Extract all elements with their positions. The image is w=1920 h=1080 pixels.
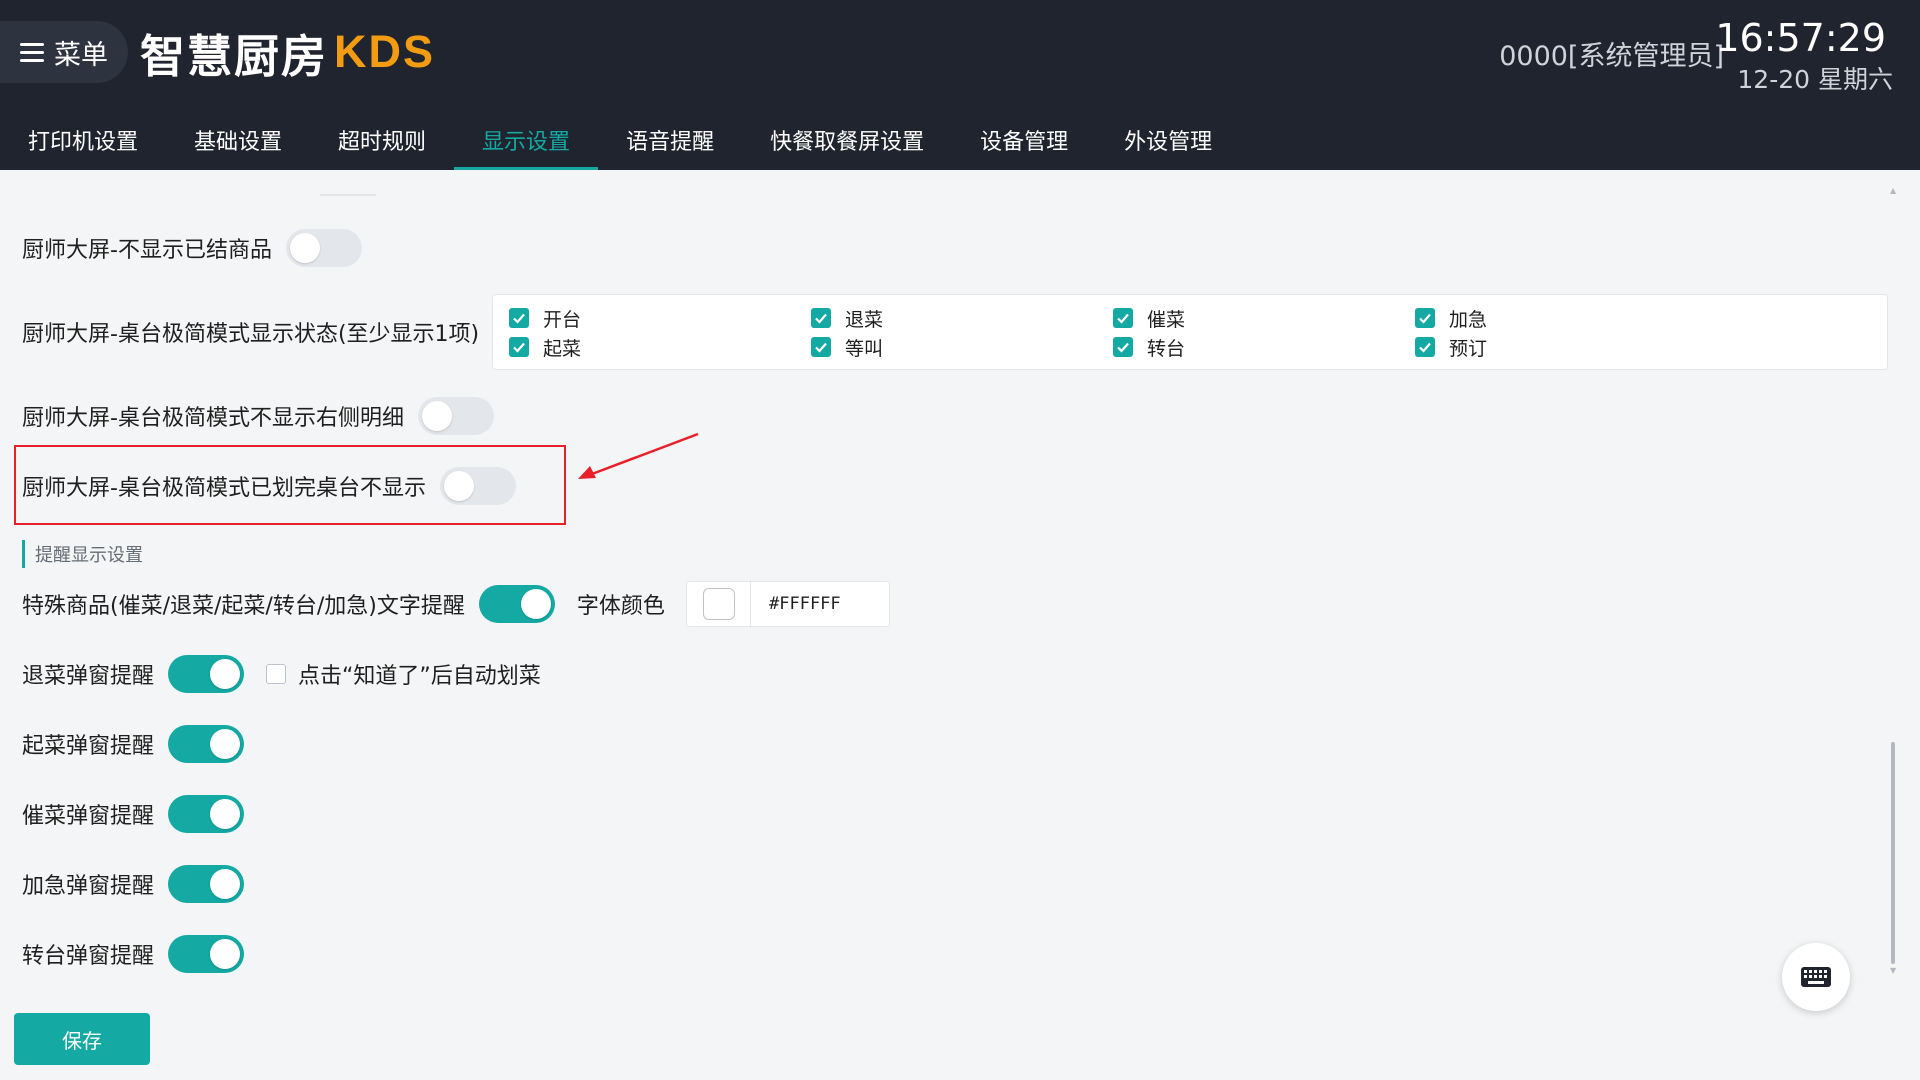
option-urgent[interactable]: 加急 xyxy=(1415,306,1488,331)
logo-text-cn: 智慧厨房 xyxy=(140,29,329,83)
scroll-up-icon[interactable]: ▲ xyxy=(1890,187,1896,195)
auto-mark-label: 点击“知道了”后自动划菜 xyxy=(298,664,541,689)
special-text-switch[interactable] xyxy=(478,585,555,623)
setting-label: 厨师大屏-不显示已结商品 xyxy=(22,238,272,263)
check-icon xyxy=(1113,308,1133,328)
settings-tabs: 打印机设置 基础设置 超时规则 显示设置 语音提醒 快餐取餐屏设置 设备管理 外… xyxy=(0,110,1240,170)
check-icon xyxy=(509,308,529,328)
tab-printer[interactable]: 打印机设置 xyxy=(0,110,166,170)
tab-basic[interactable]: 基础设置 xyxy=(166,110,310,170)
save-button[interactable]: 保存 xyxy=(14,1013,150,1065)
hide-settled-switch[interactable] xyxy=(285,229,362,267)
option-reservation[interactable]: 预订 xyxy=(1415,335,1488,360)
transfer-popup-switch[interactable] xyxy=(168,935,245,973)
setting-hide-settled: 厨师大屏-不显示已结商品 xyxy=(22,228,362,268)
check-icon xyxy=(509,337,529,357)
setting-label: 厨师大屏-桌台极简模式不显示右侧明细 xyxy=(22,406,404,431)
tab-peripheral[interactable]: 外设管理 xyxy=(1096,110,1240,170)
option-open-table[interactable]: 开台 xyxy=(509,306,582,331)
setting-start-popup: 起菜弹窗提醒 xyxy=(22,724,245,764)
tab-timeout-rules[interactable]: 超时规则 xyxy=(310,110,454,170)
settings-content: 厨师大屏-不显示已结商品 厨师大屏-桌台极简模式显示状态(至少显示1项) 开台 … xyxy=(0,170,1920,1080)
setting-special-text: 特殊商品(催菜/退菜/起菜/转台/加急)文字提醒 字体颜色 xyxy=(22,584,665,624)
option-label: 开台 xyxy=(543,308,582,331)
setting-rush-popup: 催菜弹窗提醒 xyxy=(22,794,245,834)
setting-label: 起菜弹窗提醒 xyxy=(22,734,155,759)
option-label: 预订 xyxy=(1449,337,1488,360)
rush-popup-switch[interactable] xyxy=(168,795,245,833)
check-icon xyxy=(811,337,831,357)
check-icon xyxy=(1113,337,1133,357)
urgent-popup-switch[interactable] xyxy=(168,865,245,903)
option-rush-dish[interactable]: 催菜 xyxy=(1113,306,1186,331)
setting-transfer-popup: 转台弹窗提醒 xyxy=(22,934,245,974)
tab-display[interactable]: 显示设置 xyxy=(454,110,599,170)
check-icon xyxy=(1415,308,1435,328)
setting-urgent-popup: 加急弹窗提醒 xyxy=(22,864,245,904)
setting-hide-finished-table: 厨师大屏-桌台极简模式已划完桌台不显示 xyxy=(22,466,516,506)
option-wait-call[interactable]: 等叫 xyxy=(811,335,884,360)
tab-voice[interactable]: 语音提醒 xyxy=(598,110,742,170)
option-label: 起菜 xyxy=(543,337,582,360)
hamburger-icon xyxy=(20,42,44,62)
scrollbar-thumb[interactable] xyxy=(1891,742,1895,964)
section-title: 提醒显示设置 xyxy=(22,540,143,568)
start-popup-switch[interactable] xyxy=(168,725,245,763)
keyboard-button[interactable] xyxy=(1782,943,1850,1011)
setting-label: 厨师大屏-桌台极简模式已划完桌台不显示 xyxy=(22,476,426,501)
setting-label: 转台弹窗提醒 xyxy=(22,944,155,969)
color-hex-value: #FFFFFF xyxy=(769,594,841,614)
setting-label: 厨师大屏-桌台极简模式显示状态(至少显示1项) xyxy=(22,322,480,347)
swatch-area xyxy=(687,582,751,626)
clock-date: 12-20 星期六 xyxy=(1737,65,1893,94)
option-transfer-table[interactable]: 转台 xyxy=(1113,335,1186,360)
option-label: 催菜 xyxy=(1147,308,1186,331)
annotation-arrow-icon xyxy=(578,432,699,479)
auto-mark-checkbox[interactable] xyxy=(266,664,287,684)
hide-right-detail-switch[interactable] xyxy=(417,397,494,435)
return-popup-switch[interactable] xyxy=(168,655,245,693)
setting-hide-right-detail: 厨师大屏-桌台极简模式不显示右侧明细 xyxy=(22,396,494,436)
menu-label: 菜单 xyxy=(54,39,108,71)
tab-device[interactable]: 设备管理 xyxy=(952,110,1096,170)
table-status-options: 开台 退菜 催菜 加急 起菜 等叫 转台 预订 xyxy=(492,294,1888,370)
option-label: 退菜 xyxy=(845,308,884,331)
option-label: 加急 xyxy=(1449,308,1488,331)
divider xyxy=(320,194,376,196)
app-logo: 智慧厨房 KDS xyxy=(140,22,436,83)
setting-label: 退菜弹窗提醒 xyxy=(22,664,155,689)
menu-button[interactable]: 菜单 xyxy=(0,21,128,83)
option-return-dish[interactable]: 退菜 xyxy=(811,306,884,331)
vertical-scrollbar[interactable]: ▲ ▼ xyxy=(1890,187,1896,975)
scroll-down-icon[interactable]: ▼ xyxy=(1890,967,1896,975)
setting-label: 加急弹窗提醒 xyxy=(22,874,155,899)
setting-label: 特殊商品(催菜/退菜/起菜/转台/加急)文字提醒 xyxy=(22,594,465,619)
top-bar: 菜单 智慧厨房 KDS 0000[系统管理员] 16:57:29 12-20 星… xyxy=(0,0,1920,170)
option-label: 等叫 xyxy=(845,337,884,360)
setting-label: 催菜弹窗提醒 xyxy=(22,804,155,829)
option-label: 转台 xyxy=(1147,337,1186,360)
option-start-dish[interactable]: 起菜 xyxy=(509,335,582,360)
font-color-input[interactable]: #FFFFFF xyxy=(686,581,890,627)
logo-text-en: KDS xyxy=(334,26,436,77)
clock-time: 16:57:29 xyxy=(1715,16,1886,60)
hide-finished-table-switch[interactable] xyxy=(439,467,516,505)
setting-return-popup: 退菜弹窗提醒 点击“知道了”后自动划菜 xyxy=(22,654,541,694)
keyboard-icon xyxy=(1801,967,1831,987)
check-icon xyxy=(811,308,831,328)
font-color-label: 字体颜色 xyxy=(576,594,665,619)
check-icon xyxy=(1415,337,1435,357)
color-swatch[interactable] xyxy=(702,588,735,620)
current-user: 0000[系统管理员] xyxy=(1499,41,1724,72)
setting-table-status: 厨师大屏-桌台极简模式显示状态(至少显示1项) xyxy=(22,312,479,352)
tab-pickup-screen[interactable]: 快餐取餐屏设置 xyxy=(742,110,952,170)
